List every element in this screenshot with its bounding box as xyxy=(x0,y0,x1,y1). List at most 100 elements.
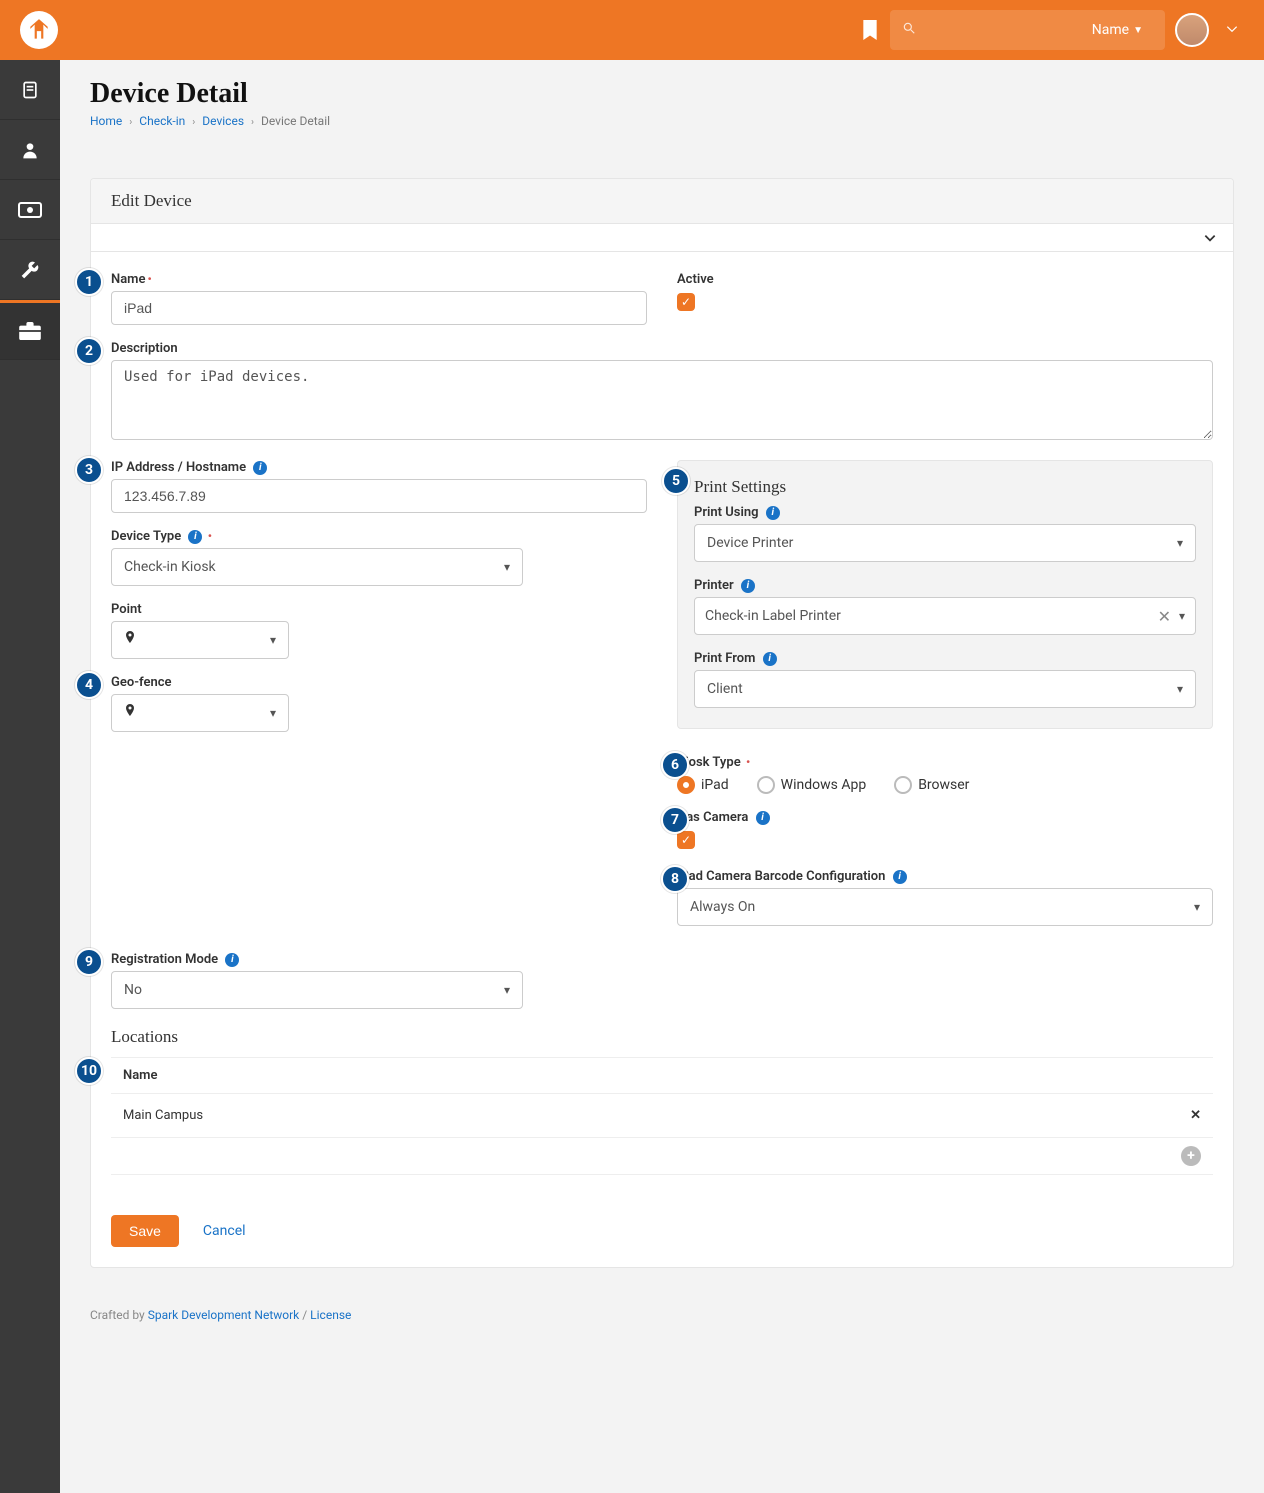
crumb-home[interactable]: Home xyxy=(90,114,122,128)
sidebar-wrench-icon[interactable] xyxy=(0,240,60,300)
label-kiosk-type: Kiosk Type • xyxy=(677,755,1213,770)
callout-10: 10 xyxy=(75,1057,103,1085)
required-icon: • xyxy=(147,272,151,286)
search-name-dropdown[interactable]: Name ▼ xyxy=(1092,22,1153,38)
label-device-type: Device Type i • xyxy=(111,529,647,544)
main: Device Detail Home › Check-in › Devices … xyxy=(60,60,1264,1493)
caret-down-icon: ▾ xyxy=(270,633,276,647)
callout-8: 8 xyxy=(661,865,689,893)
user-menu[interactable] xyxy=(1175,13,1249,47)
add-row-icon[interactable]: + xyxy=(1181,1146,1201,1166)
crumb-current: Device Detail xyxy=(261,114,330,128)
label-name: Name• xyxy=(111,272,647,287)
device-type-select[interactable]: Check-in Kiosk ▾ xyxy=(111,548,523,586)
chevron-down-icon xyxy=(1215,20,1249,41)
pin-icon xyxy=(124,631,136,649)
print-settings-title: Print Settings xyxy=(694,477,1196,497)
info-icon[interactable]: i xyxy=(188,530,202,544)
panel-collapse-bar[interactable] xyxy=(91,224,1233,252)
point-select[interactable]: ▾ xyxy=(111,621,289,659)
license-link[interactable]: License xyxy=(310,1308,351,1322)
search-input-wrap[interactable]: Name ▼ xyxy=(890,10,1165,50)
callout-3: 3 xyxy=(75,456,103,484)
info-icon[interactable]: i xyxy=(253,461,267,475)
breadcrumb: Home › Check-in › Devices › Device Detai… xyxy=(90,114,1234,128)
sidebar-toolbox-icon[interactable] xyxy=(0,300,60,360)
location-name: Main Campus xyxy=(111,1094,1169,1138)
cancel-link[interactable]: Cancel xyxy=(203,1223,246,1239)
col-name[interactable]: Name xyxy=(111,1058,1169,1094)
remove-row-icon[interactable]: ✕ xyxy=(1190,1108,1201,1123)
info-icon[interactable]: i xyxy=(893,870,907,884)
clear-icon[interactable]: ✕ xyxy=(1150,607,1179,626)
chevron-down-icon: ▾ xyxy=(504,560,510,574)
chevron-down-icon: ▾ xyxy=(1177,682,1183,696)
footer: Crafted by Spark Development Network / L… xyxy=(90,1308,1234,1322)
table-row: Main Campus ✕ xyxy=(111,1094,1213,1138)
radio-empty-icon xyxy=(757,776,775,794)
label-print-using: Print Using i xyxy=(694,505,1196,520)
label-description: Description xyxy=(111,341,1213,356)
chevron-down-icon: ▾ xyxy=(1177,536,1183,550)
sidebar-money-icon[interactable] xyxy=(0,180,60,240)
print-using-select[interactable]: Device Printer ▾ xyxy=(694,524,1196,562)
spark-link[interactable]: Spark Development Network xyxy=(148,1308,300,1322)
pin-icon xyxy=(124,704,136,722)
info-icon[interactable]: i xyxy=(225,953,239,967)
chevron-down-icon xyxy=(1203,231,1217,245)
reg-mode-select[interactable]: No ▾ xyxy=(111,971,523,1009)
save-button[interactable]: Save xyxy=(111,1215,179,1247)
label-print-from: Print From i xyxy=(694,651,1196,666)
name-input[interactable] xyxy=(111,291,647,325)
name-menu-label: Name xyxy=(1092,22,1129,38)
bookmark-icon[interactable] xyxy=(850,20,890,40)
radio-empty-icon xyxy=(894,776,912,794)
callout-2: 2 xyxy=(75,337,103,365)
sidebar-person-icon[interactable] xyxy=(0,120,60,180)
logo[interactable] xyxy=(20,11,58,49)
topbar: Name ▼ xyxy=(0,0,1264,60)
locations-table: Name Main Campus ✕ + xyxy=(111,1057,1213,1175)
page-title: Device Detail xyxy=(90,78,1234,110)
radio-ipad[interactable]: iPad xyxy=(677,776,729,794)
label-ip: IP Address / Hostname i xyxy=(111,460,647,475)
locations-title: Locations xyxy=(111,1027,1213,1047)
radio-selected-icon xyxy=(677,776,695,794)
chevron-down-icon: ▾ xyxy=(1179,609,1185,623)
callout-5: 5 xyxy=(662,467,690,495)
has-camera-checkbox[interactable]: ✓ xyxy=(677,831,695,849)
info-icon[interactable]: i xyxy=(741,579,755,593)
geofence-select[interactable]: ▾ xyxy=(111,694,289,732)
required-icon: • xyxy=(746,755,750,769)
crumb-checkin[interactable]: Check-in xyxy=(139,114,185,128)
chevron-down-icon: ▾ xyxy=(504,983,510,997)
crumb-devices[interactable]: Devices xyxy=(202,114,244,128)
callout-9: 9 xyxy=(75,948,103,976)
ip-input[interactable] xyxy=(111,479,647,513)
required-icon: • xyxy=(208,529,212,543)
edit-device-panel: Edit Device 1 Name• xyxy=(90,178,1234,1268)
radio-browser[interactable]: Browser xyxy=(894,776,969,794)
info-icon[interactable]: i xyxy=(766,506,780,520)
callout-1: 1 xyxy=(75,268,103,296)
caret-down-icon: ▼ xyxy=(1133,25,1143,36)
sidebar-page-icon[interactable] xyxy=(0,60,60,120)
label-geofence: Geo-fence xyxy=(111,675,647,690)
label-has-camera: Has Camera i xyxy=(677,810,1213,825)
radio-windows[interactable]: Windows App xyxy=(757,776,867,794)
print-from-select[interactable]: Client ▾ xyxy=(694,670,1196,708)
avatar xyxy=(1175,13,1209,47)
barcode-select[interactable]: Always On ▾ xyxy=(677,888,1213,926)
callout-4: 4 xyxy=(75,671,103,699)
active-checkbox[interactable]: ✓ xyxy=(677,293,695,311)
logo-icon xyxy=(26,17,52,43)
label-active: Active xyxy=(677,272,1213,287)
description-textarea[interactable]: Used for iPad devices. xyxy=(111,360,1213,440)
info-icon[interactable]: i xyxy=(763,652,777,666)
label-barcode: iPad Camera Barcode Configuration i xyxy=(677,869,1213,884)
callout-7: 7 xyxy=(661,806,689,834)
printer-select[interactable]: Check-in Label Printer ✕ ▾ xyxy=(694,597,1196,635)
info-icon[interactable]: i xyxy=(756,811,770,825)
device-type-value: Check-in Kiosk xyxy=(124,559,216,575)
sidebar xyxy=(0,60,60,1493)
